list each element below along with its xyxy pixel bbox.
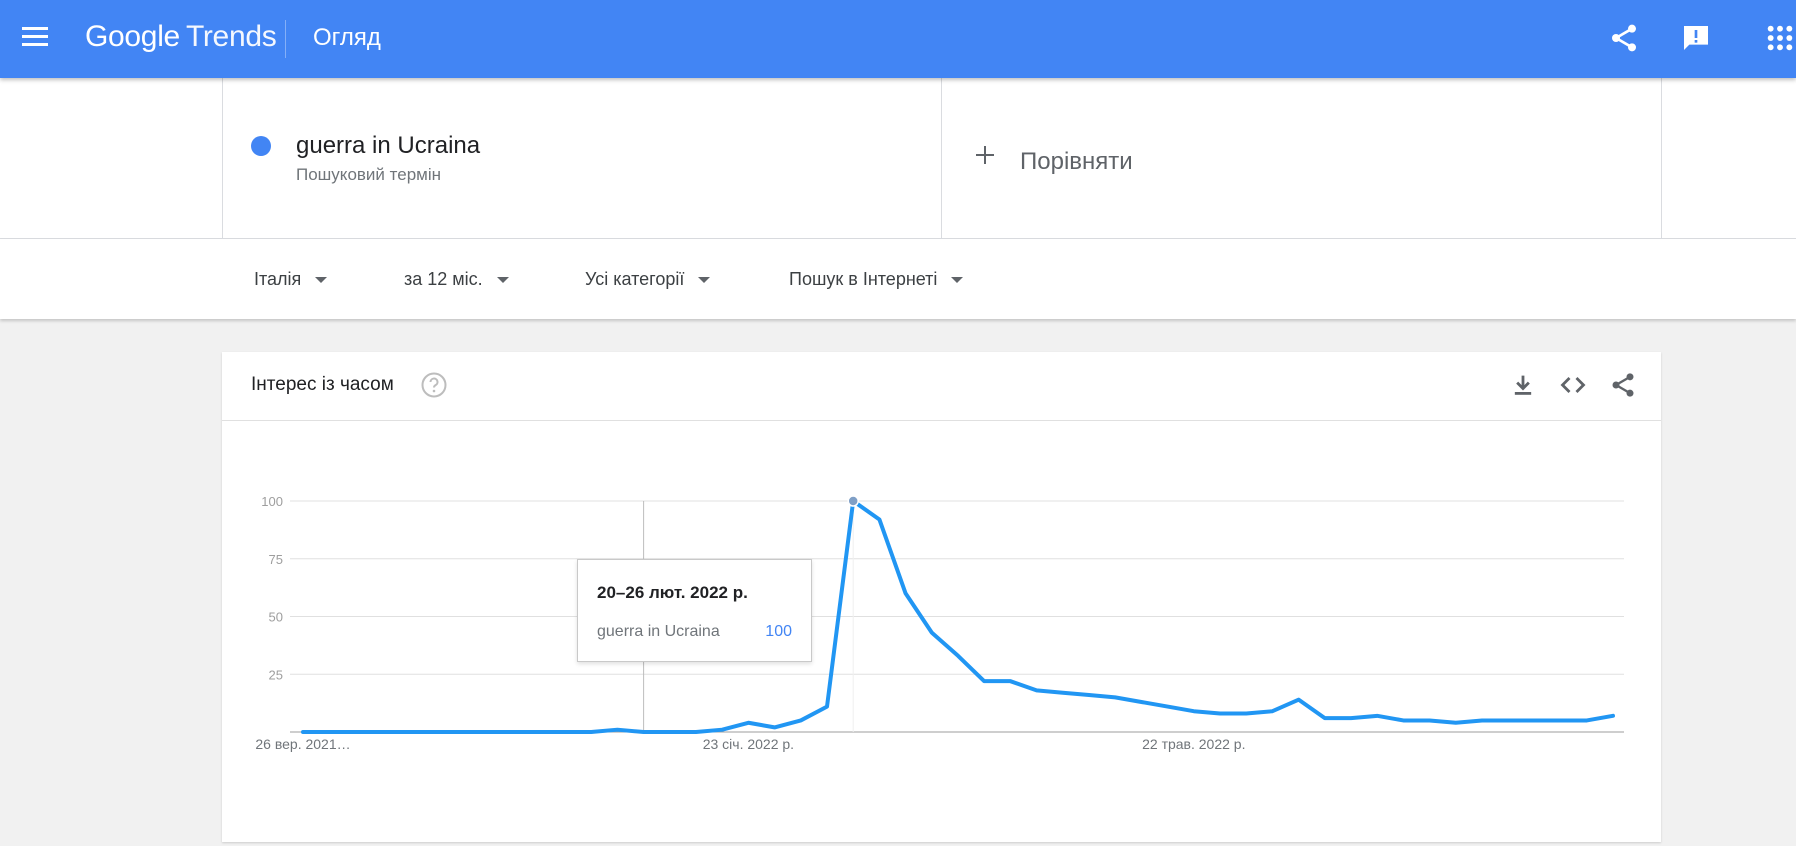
period-label: за 12 міс. [404,269,483,289]
dropdown-arrow-icon [698,277,711,284]
download-icon[interactable] [1509,371,1537,399]
feedback-icon[interactable] [1680,22,1712,54]
header-divider [285,20,286,58]
tooltip-value: 100 [765,623,792,640]
period-dropdown[interactable]: за 12 міс. [404,269,509,290]
region-dropdown[interactable]: Італія [254,269,328,290]
top-app-bar: Google Trends Огляд [0,0,1796,78]
chart-tooltip: 20–26 лют. 2022 р. guerra in Ucraina 100 [577,559,812,662]
search-type-label: Пошук в Інтернеті [789,269,938,289]
dropdown-arrow-icon [951,277,964,284]
search-type-dropdown[interactable]: Пошук в Інтернеті [789,269,964,290]
share-icon[interactable] [1609,371,1637,399]
logo-trends-text: Trends [185,20,277,53]
menu-icon[interactable] [22,27,48,47]
tooltip-term: guerra in Ucraina [597,623,720,640]
term-name[interactable]: guerra in Ucraina [296,132,480,160]
region-label: Італія [254,269,302,289]
share-icon[interactable] [1608,22,1640,54]
google-trends-logo[interactable]: Google Trends [85,20,277,54]
embed-icon[interactable] [1559,371,1587,399]
tooltip-date: 20–26 лют. 2022 р. [597,583,748,602]
category-label: Усі категорії [585,269,685,289]
card-title: Інтерес із часом [251,374,394,395]
page-title: Огляд [313,24,381,51]
term-color-dot [251,136,271,156]
logo-google-text: Google [85,20,180,53]
interest-over-time-card: Інтерес із часом [222,352,1661,842]
apps-icon[interactable] [1764,22,1796,54]
category-dropdown[interactable]: Усі категорії [585,269,711,290]
dropdown-arrow-icon [315,277,328,284]
filters-bar: Італія за 12 міс. Усі категорії Пошук в … [0,239,1796,319]
search-term-card[interactable]: guerra in Ucraina Пошуковий термін [222,78,942,238]
compare-label: Порівняти [1020,148,1133,175]
card-header: Інтерес із часом [222,352,1661,421]
plus-icon [976,146,994,164]
search-terms-bar: guerra in Ucraina Пошуковий термін Порів… [0,78,1796,239]
compare-button[interactable]: Порівняти [941,78,1662,238]
help-icon[interactable] [420,371,448,399]
dropdown-arrow-icon [496,277,509,284]
term-type: Пошуковий термін [296,165,441,184]
